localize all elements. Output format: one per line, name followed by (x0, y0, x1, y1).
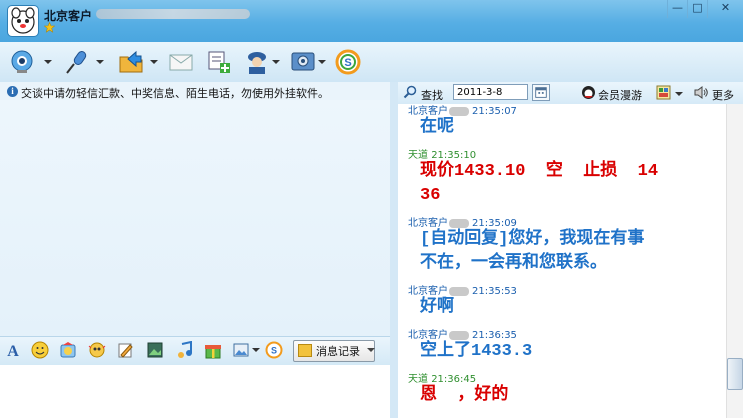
message-log-dropdown-icon[interactable] (367, 348, 375, 352)
mail-icon[interactable] (168, 49, 194, 75)
message-time: 21:36:35 (472, 330, 517, 341)
voice-call-icon[interactable] (64, 49, 90, 75)
message-text: 不在，一会再和您联系。 (420, 254, 607, 273)
message-input[interactable] (0, 365, 390, 418)
message-log-label: 消息记录 (316, 345, 360, 358)
settings-dropdown-icon[interactable] (318, 60, 326, 64)
remote-assist-icon[interactable] (244, 49, 270, 75)
volume-icon[interactable] (694, 86, 708, 99)
message-time: 21:35:53 (472, 286, 517, 297)
date-input[interactable] (453, 84, 528, 100)
send-file-dropdown-icon[interactable] (150, 60, 158, 64)
redacted-name (449, 218, 469, 228)
font-icon[interactable]: A (4, 341, 22, 359)
search-label[interactable]: 查找 (421, 87, 443, 103)
image-dropdown-icon[interactable] (252, 348, 260, 352)
maximize-button[interactable]: □ (687, 0, 707, 18)
emoticon-icon[interactable] (31, 341, 49, 359)
security-notice-text: 交谈中请勿轻信汇款、中奖信息、陌生电话，勿使用外挂软件。 (21, 87, 329, 100)
more-label[interactable]: 更多 (712, 87, 734, 103)
vip-roaming-label[interactable]: 会员漫游 (598, 87, 642, 103)
redacted-name (449, 106, 469, 116)
message-time: 21:35:07 (472, 106, 517, 117)
message-header: 北京客户 21:35:09 (408, 214, 517, 229)
redacted-name (449, 330, 469, 340)
message-sender: 北京客户 (408, 286, 448, 297)
send-file-icon[interactable] (118, 49, 144, 75)
display-mode-icon[interactable] (656, 85, 671, 100)
message-header: 天道 21:35:10 (408, 146, 476, 161)
main-toolbar: S (0, 42, 743, 82)
chat-scroll-thumb[interactable] (727, 358, 743, 390)
message-header: 北京客户 21:35:53 (408, 282, 517, 297)
soso-icon[interactable]: S (265, 341, 283, 359)
svg-text:S: S (344, 57, 351, 69)
settings-icon[interactable] (290, 49, 316, 75)
message-log-icon (298, 344, 312, 357)
scrawl-icon[interactable] (116, 341, 134, 359)
message-text: 36 (420, 186, 441, 205)
message-header: 北京客户 21:36:35 (408, 326, 517, 341)
voice-call-dropdown-icon[interactable] (96, 60, 104, 64)
panel-splitter[interactable] (390, 82, 398, 418)
remote-assist-dropdown-icon[interactable] (272, 60, 280, 64)
magic-face-icon[interactable] (59, 341, 77, 359)
video-call-dropdown-icon[interactable] (44, 60, 52, 64)
add-app-icon[interactable] (206, 49, 232, 75)
level-star-icon (44, 22, 55, 33)
redacted-title-text (96, 9, 250, 19)
svg-text:A: A (7, 343, 19, 359)
calendar-icon[interactable] (532, 84, 550, 101)
vip-roaming-icon[interactable] (581, 85, 596, 100)
video-call-icon[interactable] (10, 49, 36, 75)
screenshot-icon[interactable] (146, 341, 164, 359)
music-icon[interactable] (176, 341, 194, 359)
message-time: 21:35:10 (431, 150, 477, 161)
message-text: [自动回复]您好，我现在有事 (420, 230, 645, 249)
message-sender: 北京客户 (408, 106, 448, 117)
message-text: 好啊 (420, 298, 454, 317)
minimize-button[interactable]: — (667, 0, 687, 18)
message-time: 21:35:09 (472, 218, 517, 229)
redacted-name (449, 286, 469, 296)
gift-icon[interactable] (204, 341, 222, 359)
message-sender: 北京客户 (408, 218, 448, 229)
message-header: 天道 21:36:45 (408, 370, 476, 385)
display-mode-dropdown-icon[interactable] (675, 92, 683, 96)
message-sender: 北京客户 (408, 330, 448, 341)
left-panel-area (0, 100, 390, 336)
message-text: 恩 ，好的 (420, 386, 509, 405)
message-text: 在呢 (420, 118, 454, 137)
message-sender: 天道 (408, 150, 428, 161)
contact-avatar[interactable] (7, 5, 39, 37)
close-button[interactable]: ✕ (707, 0, 743, 18)
message-time: 21:36:45 (431, 374, 477, 385)
soso-icon[interactable]: S (335, 49, 361, 75)
info-icon: i (7, 86, 18, 97)
shake-icon[interactable] (88, 341, 106, 359)
search-icon[interactable] (403, 85, 417, 99)
image-icon[interactable] (232, 341, 250, 359)
svg-text:S: S (271, 346, 277, 356)
message-sender: 天道 (408, 374, 428, 385)
chat-history: 北京客户 21:35:07 在呢天道 21:35:10 现价1433.10 空 止损 … (398, 104, 726, 418)
title-bar (0, 0, 743, 42)
history-toolbar (398, 82, 743, 104)
message-header: 北京客户 21:35:07 (408, 104, 517, 117)
message-text: 现价1433.10 空 止损 14 (420, 162, 659, 181)
message-text: 空上了1433.3 (420, 342, 533, 361)
